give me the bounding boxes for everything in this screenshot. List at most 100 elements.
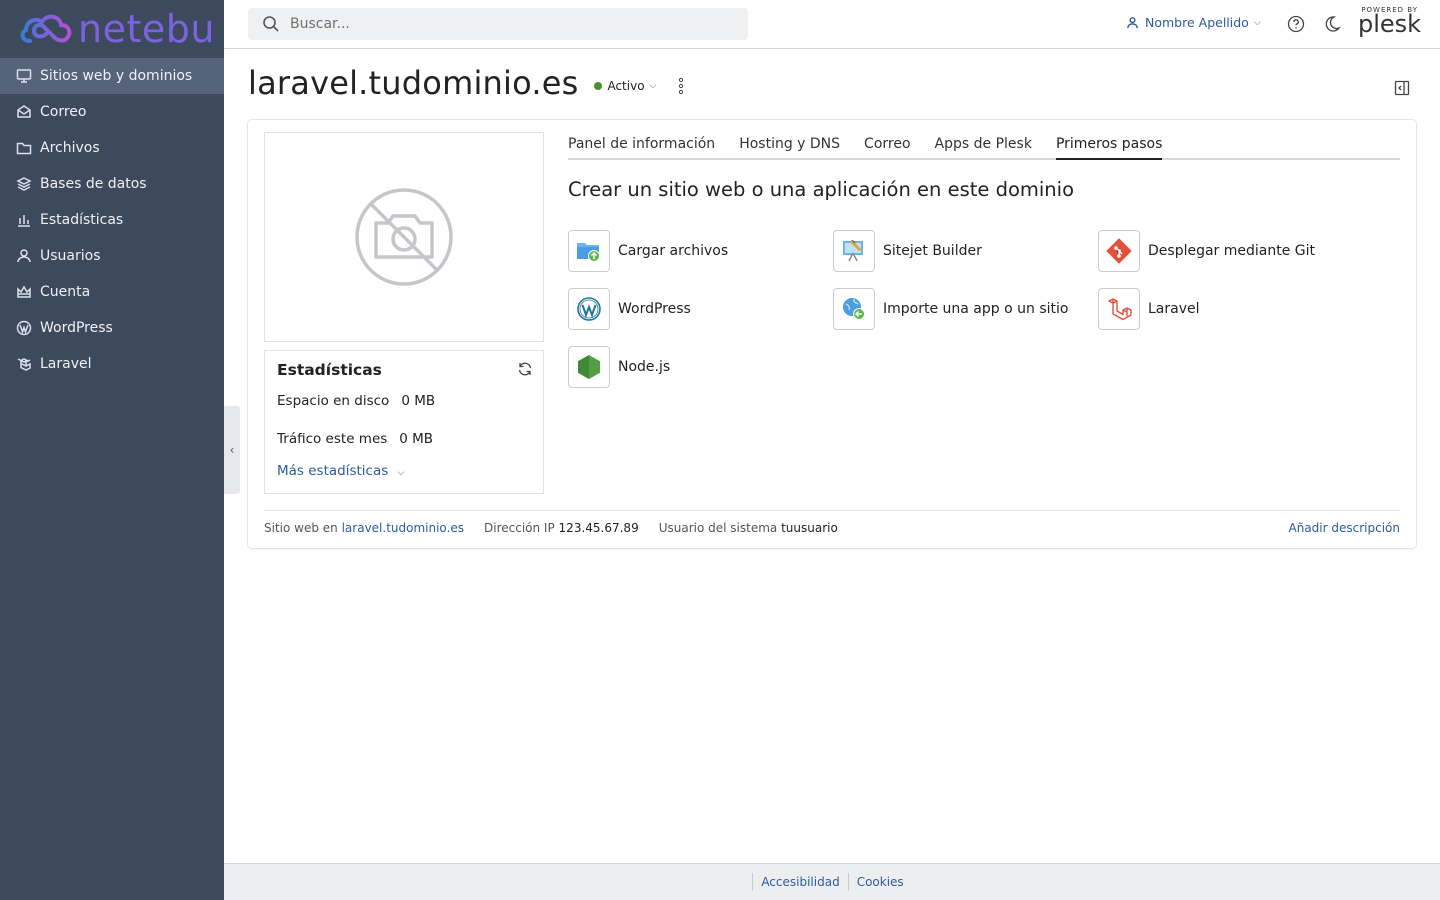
sidebar-item-wordpress[interactable]: WordPress xyxy=(0,310,224,346)
sitejet-builder-button[interactable]: Sitejet Builder xyxy=(833,230,982,272)
user-name: Nombre Apellido xyxy=(1145,15,1249,30)
system-user-label: Usuario del sistema xyxy=(658,521,778,535)
sidebar-item-label: Correo xyxy=(40,104,87,120)
system-user-info: Usuario del sistema tuusuario xyxy=(659,521,838,535)
crown-icon xyxy=(16,284,32,300)
chevron-down-icon: ⌵ xyxy=(397,468,405,478)
domain-title-row: laravel.tudominio.es Activo ⌵ xyxy=(248,64,684,102)
sitejet-icon xyxy=(843,239,863,262)
user-menu[interactable]: Nombre Apellido ⌵ xyxy=(1126,15,1261,30)
stats-panel: Estadísticas Espacio en disco 0 MB Tráfi… xyxy=(264,350,544,494)
upload-folder-icon xyxy=(577,243,600,262)
top-header: Nombre Apellido ⌵ POWERED BY plesk xyxy=(224,0,1440,49)
add-description-link[interactable]: Añadir descripción xyxy=(1289,521,1400,535)
sidebar-item-websites-domains[interactable]: Sitios web y dominios xyxy=(0,58,224,94)
search-bar[interactable] xyxy=(248,8,748,40)
git-icon xyxy=(1106,238,1132,264)
disk-label: Espacio en disco xyxy=(277,393,390,409)
wordpress-button[interactable]: WordPress xyxy=(568,288,691,330)
refresh-icon[interactable] xyxy=(517,361,533,377)
sidebar-item-label: Usuarios xyxy=(40,248,101,264)
sidebar-item-users[interactable]: Usuarios xyxy=(0,238,224,274)
laravel-button[interactable]: Laravel xyxy=(1098,288,1200,330)
traffic-label: Tráfico este mes xyxy=(277,431,388,447)
traffic-row: Tráfico este mes 0 MB xyxy=(277,431,531,447)
folder-icon xyxy=(16,140,32,156)
app-label: Importe una app o un sitio xyxy=(883,301,1069,317)
tab-plesk-apps[interactable]: Apps de Plesk xyxy=(935,136,1032,158)
monitor-icon xyxy=(16,68,32,84)
cloud-logo-icon xyxy=(20,14,72,43)
section-title: Crear un sitio web o una aplicación en e… xyxy=(568,178,1075,201)
sidebar-item-label: WordPress xyxy=(40,320,113,336)
wordpress-icon xyxy=(577,297,601,321)
site-preview[interactable] xyxy=(264,132,544,342)
domain-card: Estadísticas Espacio en disco 0 MB Tráfi… xyxy=(248,120,1416,548)
brand-name: netebu xyxy=(78,7,215,51)
sidebar-item-mail[interactable]: Correo xyxy=(0,94,224,130)
nodejs-icon xyxy=(578,355,600,379)
tab-dashboard[interactable]: Panel de información xyxy=(568,136,715,158)
app-icon-box xyxy=(568,346,610,388)
sidebar-item-files[interactable]: Archivos xyxy=(0,130,224,166)
traffic-value: 0 MB xyxy=(399,431,434,447)
status-dropdown[interactable]: Activo ⌵ xyxy=(594,79,656,93)
disk-usage-row: Espacio en disco 0 MB xyxy=(277,393,531,409)
sidebar: netebu Sitios web y dominios Correo Arch… xyxy=(0,0,224,900)
sidebar-collapse-button[interactable]: ‹ xyxy=(224,406,240,494)
status-label: Activo xyxy=(607,79,645,93)
search-input[interactable] xyxy=(290,16,730,32)
website-link[interactable]: laravel.tudominio.es xyxy=(342,521,464,535)
cookies-link[interactable]: Cookies xyxy=(849,875,912,889)
accessibility-link[interactable]: Accesibilidad xyxy=(753,875,847,889)
status-dot xyxy=(594,82,603,90)
deploy-git-button[interactable]: Desplegar mediante Git xyxy=(1098,230,1315,272)
dark-mode-moon-icon[interactable] xyxy=(1323,15,1341,33)
help-icon[interactable] xyxy=(1287,15,1305,33)
ip-label: Dirección IP xyxy=(484,521,555,535)
sidebar-item-label: Bases de datos xyxy=(40,176,147,192)
tab-getting-started[interactable]: Primeros pasos xyxy=(1055,136,1163,160)
app-icon-box xyxy=(568,230,610,272)
tab-hosting-dns[interactable]: Hosting y DNS xyxy=(739,136,840,158)
app-label: Sitejet Builder xyxy=(883,243,982,259)
app-label: Cargar archivos xyxy=(618,243,729,259)
system-user-value: tuusuario xyxy=(781,521,838,535)
side-panel-toggle-icon[interactable] xyxy=(1394,80,1410,96)
wordpress-icon xyxy=(16,320,32,336)
ip-info: Dirección IP 123.45.67.89 xyxy=(484,521,639,535)
sidebar-item-account[interactable]: Cuenta xyxy=(0,274,224,310)
app-icon-box xyxy=(1098,288,1140,330)
sidebar-item-label: Sitios web y dominios xyxy=(40,68,193,84)
user-icon xyxy=(1127,17,1138,29)
nodejs-button[interactable]: Node.js xyxy=(568,346,670,388)
app-icon-box xyxy=(833,230,875,272)
upload-files-button[interactable]: Cargar archivos xyxy=(568,230,728,272)
app-icon-box xyxy=(568,288,610,330)
sidebar-item-label: Laravel xyxy=(40,356,92,372)
envelope-icon xyxy=(16,104,32,120)
app-icon-box xyxy=(833,288,875,330)
database-layers-icon xyxy=(16,176,32,192)
search-icon xyxy=(263,16,279,32)
chevron-down-icon: ⌵ xyxy=(1253,17,1261,28)
app-label: Desplegar mediante Git xyxy=(1148,243,1316,259)
more-options-icon[interactable] xyxy=(678,77,684,95)
sidebar-item-statistics[interactable]: Estadísticas xyxy=(0,202,224,238)
ip-value: 123.45.67.89 xyxy=(558,521,639,535)
import-app-button[interactable]: Importe una app o un sitio xyxy=(833,288,1068,330)
more-stats-link[interactable]: Más estadísticas ⌵ xyxy=(277,463,531,479)
brand-logo[interactable]: netebu xyxy=(0,0,224,58)
import-globe-icon xyxy=(843,298,865,320)
bar-chart-icon xyxy=(16,212,32,228)
sidebar-item-laravel[interactable]: Laravel xyxy=(0,346,224,382)
user-icon xyxy=(16,248,32,264)
laravel-icon xyxy=(1108,298,1132,321)
sidebar-item-label: Archivos xyxy=(40,140,100,156)
tab-mail[interactable]: Correo xyxy=(864,136,910,158)
page-footer: Accesibilidad Cookies xyxy=(224,863,1440,900)
no-screenshot-camera-icon xyxy=(355,188,453,286)
sidebar-item-databases[interactable]: Bases de datos xyxy=(0,166,224,202)
app-label: Node.js xyxy=(618,359,671,375)
app-icon-box xyxy=(1098,230,1140,272)
